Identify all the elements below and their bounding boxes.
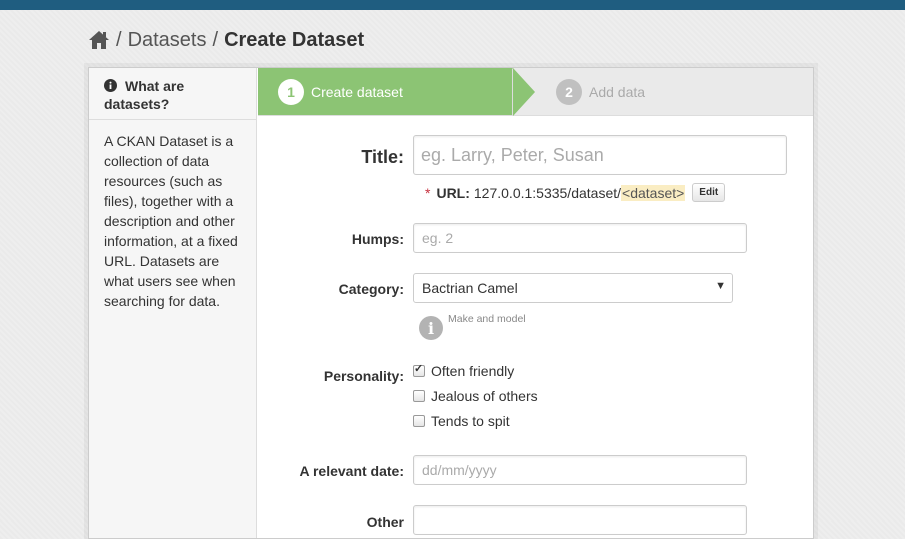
checkbox[interactable] — [413, 415, 425, 427]
chevron-down-icon: ▼ — [715, 280, 726, 292]
stage-create-dataset[interactable]: 1 Create dataset — [278, 79, 403, 105]
info-sidebar: What are datasets? A CKAN Dataset is a c… — [89, 68, 257, 538]
main-panel: What are datasets? A CKAN Dataset is a c… — [88, 67, 814, 539]
title-label: Title: — [361, 147, 404, 167]
checkbox-often-friendly[interactable]: Often friendly — [413, 362, 515, 379]
category-label: Category: — [338, 281, 404, 297]
category-help-text: Make and model — [448, 313, 526, 325]
stage-add-data[interactable]: 2 Add data — [556, 79, 645, 105]
sidebar-heading: What are datasets? — [89, 68, 256, 120]
other-label: Other — [366, 514, 404, 530]
sidebar-description: A CKAN Dataset is a collection of data r… — [104, 133, 238, 309]
url-label: URL: — [436, 184, 470, 201]
info-icon — [104, 78, 117, 92]
checkbox[interactable] — [413, 390, 425, 402]
stage-number: 2 — [556, 79, 582, 105]
url-row: * URL: 127.0.0.1:5335/dataset/<dataset> … — [425, 183, 726, 202]
checkbox-label: Tends to spit — [431, 413, 510, 429]
url-prefix: 127.0.0.1:5335/dataset/ — [473, 184, 622, 201]
checkbox-jealous-of-others[interactable]: Jealous of others — [413, 388, 538, 404]
breadcrumb: / Datasets / Create Dataset — [88, 28, 364, 52]
checkbox-checked[interactable] — [413, 362, 425, 377]
stage-label: Add data — [589, 84, 646, 100]
humps-label: Humps: — [351, 231, 404, 247]
home-icon[interactable] — [88, 30, 110, 50]
checkbox-tends-to-spit[interactable]: Tends to spit — [413, 413, 510, 429]
category-select[interactable]: Bactrian Camel ▼ — [413, 273, 733, 303]
title-input[interactable] — [413, 135, 787, 175]
date-label: A relevant date: — [299, 463, 404, 479]
checkbox-label: Often friendly — [431, 363, 515, 379]
humps-input[interactable] — [413, 223, 747, 253]
breadcrumb-current: Create Dataset — [224, 28, 365, 51]
stage-label: Create dataset — [311, 84, 403, 100]
breadcrumb-separator: / — [116, 28, 122, 51]
breadcrumb-datasets-link[interactable]: Datasets — [128, 29, 207, 52]
breadcrumb-separator: / — [212, 28, 219, 51]
stage-number: 1 — [278, 79, 304, 105]
edit-url-button[interactable]: Edit — [692, 183, 726, 202]
stages-bar: 1 Create dataset 2 Add data — [258, 68, 813, 116]
required-marker: * — [425, 184, 431, 201]
personality-label: Personality: — [323, 368, 404, 384]
top-bar — [0, 0, 905, 10]
stage-arrow — [513, 68, 535, 116]
url-slug: <dataset> — [621, 184, 686, 201]
other-input[interactable] — [413, 505, 747, 535]
checkbox-label: Jealous of others — [431, 388, 538, 404]
date-input[interactable] — [413, 455, 747, 485]
info-circle-icon: i — [419, 316, 443, 340]
category-help: i Make and model — [419, 313, 526, 340]
category-selected-value: Bactrian Camel — [422, 280, 518, 296]
